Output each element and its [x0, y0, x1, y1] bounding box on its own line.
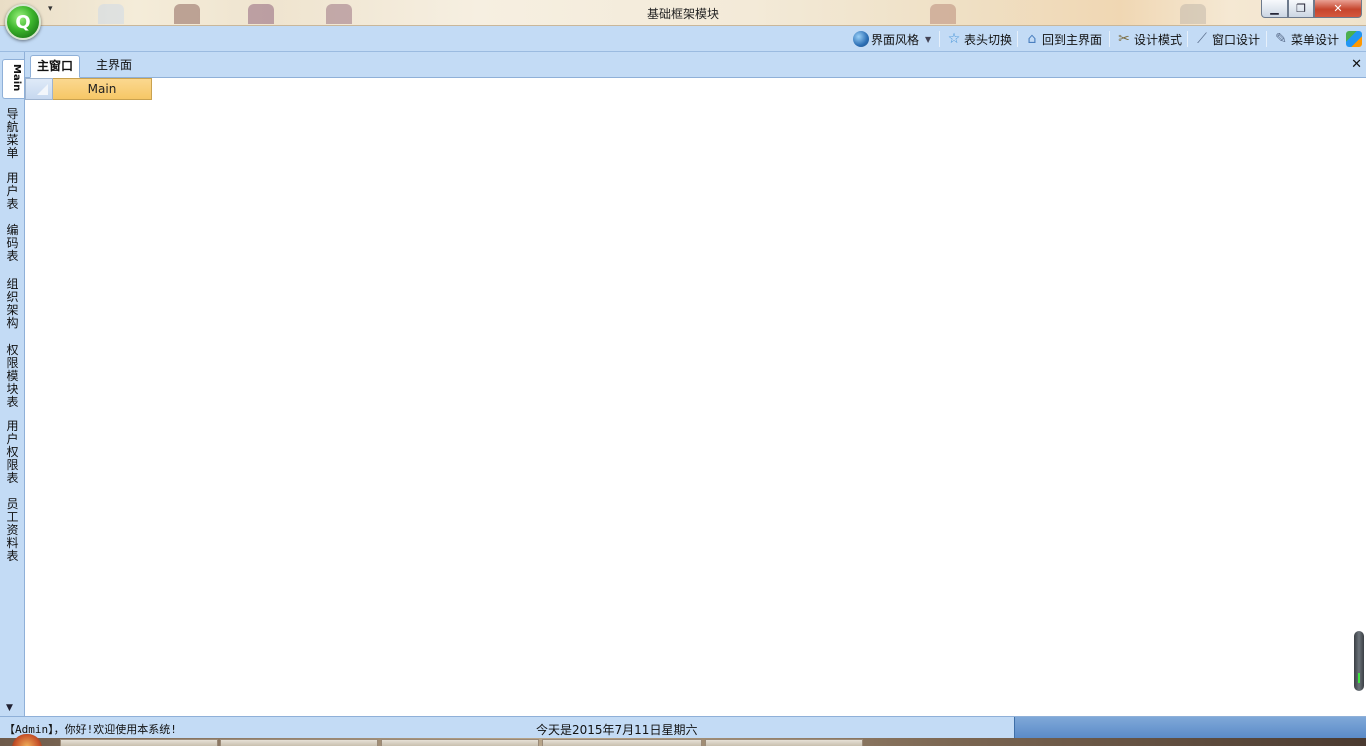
skin-style-label: 界面风格 [871, 32, 920, 47]
toolbar-separator [939, 31, 940, 47]
back-to-main-label: 回到主界面 [1042, 32, 1103, 47]
header-switch-button[interactable]: ☆ 表头切换 [946, 31, 1012, 47]
nav-item-user-permission[interactable]: 用户权限表 [0, 420, 25, 485]
left-navigation: Main 导航菜单 用户表 编码表 组织架构 权限模块表 用户权限表 员工资料表… [0, 52, 25, 716]
status-date: 今天是2015年7月11日星期六 [536, 723, 698, 737]
design-mode-label: 设计模式 [1134, 32, 1183, 47]
star-icon: ☆ [947, 31, 961, 47]
status-progress-panel [1014, 717, 1366, 738]
menu-design-label: 菜单设计 [1291, 32, 1340, 47]
toolbar-separator [1017, 31, 1018, 47]
main-content: Main [25, 78, 1366, 716]
toolbar-separator [1109, 31, 1110, 47]
scroll-indicator[interactable] [1354, 631, 1364, 691]
nav-item-user-table[interactable]: 用户表 [0, 172, 25, 211]
app-logo-icon: Q [15, 11, 31, 33]
window-title: 基础框架模块 [646, 7, 719, 21]
nav-item-label: 组织架构 [6, 277, 19, 330]
nav-item-navigation-menu[interactable]: 导航菜单 [0, 108, 25, 160]
nav-item-label: 导航菜单 [6, 107, 19, 160]
document-tabs: 主窗口 主界面 ✕ [25, 52, 1366, 78]
menu-design-button[interactable]: ✎ 菜单设计 [1273, 31, 1339, 47]
grid-select-all-corner[interactable] [25, 78, 53, 100]
nav-item-employee-info[interactable]: 员工资料表 [0, 498, 25, 563]
toolbar-separator [1266, 31, 1267, 47]
minimize-button[interactable]: ▁ [1261, 0, 1288, 18]
design-mode-button[interactable]: ✂ 设计模式 [1116, 31, 1182, 47]
window-design-label: 窗口设计 [1212, 32, 1261, 47]
taskbar-button[interactable] [60, 739, 218, 746]
users-button[interactable] [1346, 31, 1364, 47]
home-icon: ⌂ [1027, 31, 1037, 47]
back-to-main-button[interactable]: ⌂ 回到主界面 [1024, 31, 1102, 47]
skin-style-button[interactable]: 界面风格 ▼ [853, 31, 931, 47]
nav-item-main[interactable]: Main [2, 59, 24, 99]
header-switch-label: 表头切换 [964, 32, 1013, 47]
nav-item-label: 用户表 [6, 171, 19, 211]
close-tab-icon[interactable]: ✕ [1351, 57, 1362, 72]
nav-item-label: Main [11, 64, 22, 92]
grid-column-header-main[interactable]: Main [53, 78, 152, 100]
tab-main-interface[interactable]: 主界面 [90, 55, 138, 78]
nav-item-label: 权限模块表 [6, 343, 19, 409]
nav-item-label: 员工资料表 [6, 497, 19, 563]
maximize-button[interactable]: ❐ [1288, 0, 1314, 18]
nav-item-code-table[interactable]: 编码表 [0, 224, 25, 263]
window-design-icon: ⟋ [1197, 31, 1207, 47]
window-design-button[interactable]: ⟋ 窗口设计 [1194, 31, 1260, 47]
nav-item-permission-module[interactable]: 权限模块表 [0, 344, 25, 409]
taskbar-button[interactable] [705, 739, 863, 746]
edit-icon: ✎ [1275, 31, 1287, 47]
status-bar: 【Admin】，你好!欢迎使用本系统! 今天是2015年7月11日星期六 [0, 716, 1366, 738]
toolbar-separator [1187, 31, 1188, 47]
application-menu-button[interactable]: Q [5, 4, 41, 40]
taskbar-button[interactable] [381, 739, 539, 746]
taskbar-button[interactable] [220, 739, 378, 746]
title-bar: ▾ 基础框架模块 ▁ ❐ ✕ [0, 0, 1366, 26]
users-icon [1346, 31, 1362, 47]
chevron-down-icon: ▼ [925, 34, 932, 44]
close-window-button[interactable]: ✕ [1314, 0, 1362, 18]
globe-icon [853, 31, 869, 47]
taskbar-button[interactable] [542, 739, 702, 746]
nav-scroll-down-icon[interactable]: ▼ [6, 703, 13, 713]
nav-item-label: 用户权限表 [6, 419, 19, 485]
nav-item-label: 编码表 [6, 223, 19, 263]
top-toolbar: 界面风格 ▼ ☆ 表头切换 ⌂ 回到主界面 ✂ 设计模式 ⟋ 窗口设计 ✎ 菜单… [0, 26, 1366, 52]
tab-main-window[interactable]: 主窗口 [30, 55, 81, 78]
nav-item-organization[interactable]: 组织架构 [0, 278, 25, 330]
tools-icon: ✂ [1118, 31, 1130, 47]
